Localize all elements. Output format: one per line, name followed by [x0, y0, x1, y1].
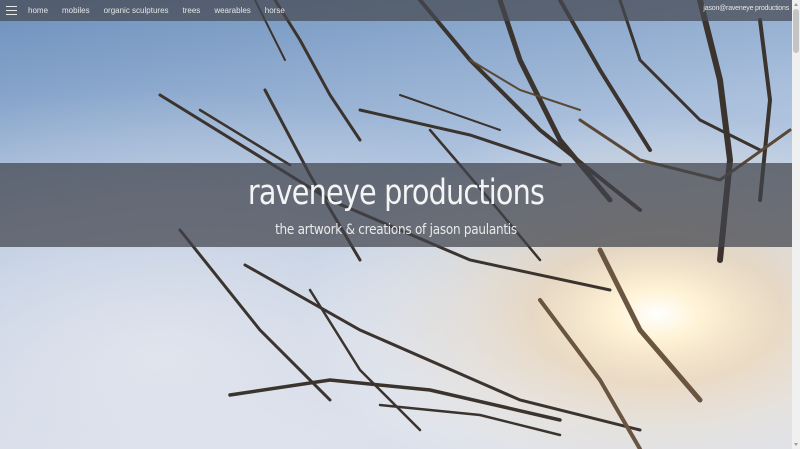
nav-link-wearables[interactable]: wearables — [214, 6, 250, 15]
vertical-scrollbar[interactable] — [792, 0, 800, 449]
hamburger-menu-icon[interactable] — [6, 5, 17, 16]
scrollbar-thumb[interactable] — [793, 9, 799, 53]
top-navigation-bar: home mobiles organic sculptures trees we… — [0, 0, 792, 21]
nav-link-home[interactable]: home — [28, 6, 48, 15]
hero-banner: raveneye productions the artwork & creat… — [0, 163, 792, 247]
nav-link-trees[interactable]: trees — [183, 6, 201, 15]
nav-link-horse[interactable]: horse — [265, 6, 285, 15]
scroll-up-arrow-icon[interactable] — [792, 0, 800, 8]
nav-link-organic-sculptures[interactable]: organic sculptures — [104, 6, 169, 15]
contact-email-link[interactable]: jason@raveneye productions — [703, 5, 789, 12]
site-title: raveneye productions — [247, 173, 545, 213]
scroll-down-arrow-icon[interactable] — [792, 441, 800, 449]
main-nav: home mobiles organic sculptures trees we… — [21, 6, 292, 15]
site-subtitle: the artwork & creations of jason paulant… — [275, 222, 517, 238]
nav-link-mobiles[interactable]: mobiles — [62, 6, 90, 15]
